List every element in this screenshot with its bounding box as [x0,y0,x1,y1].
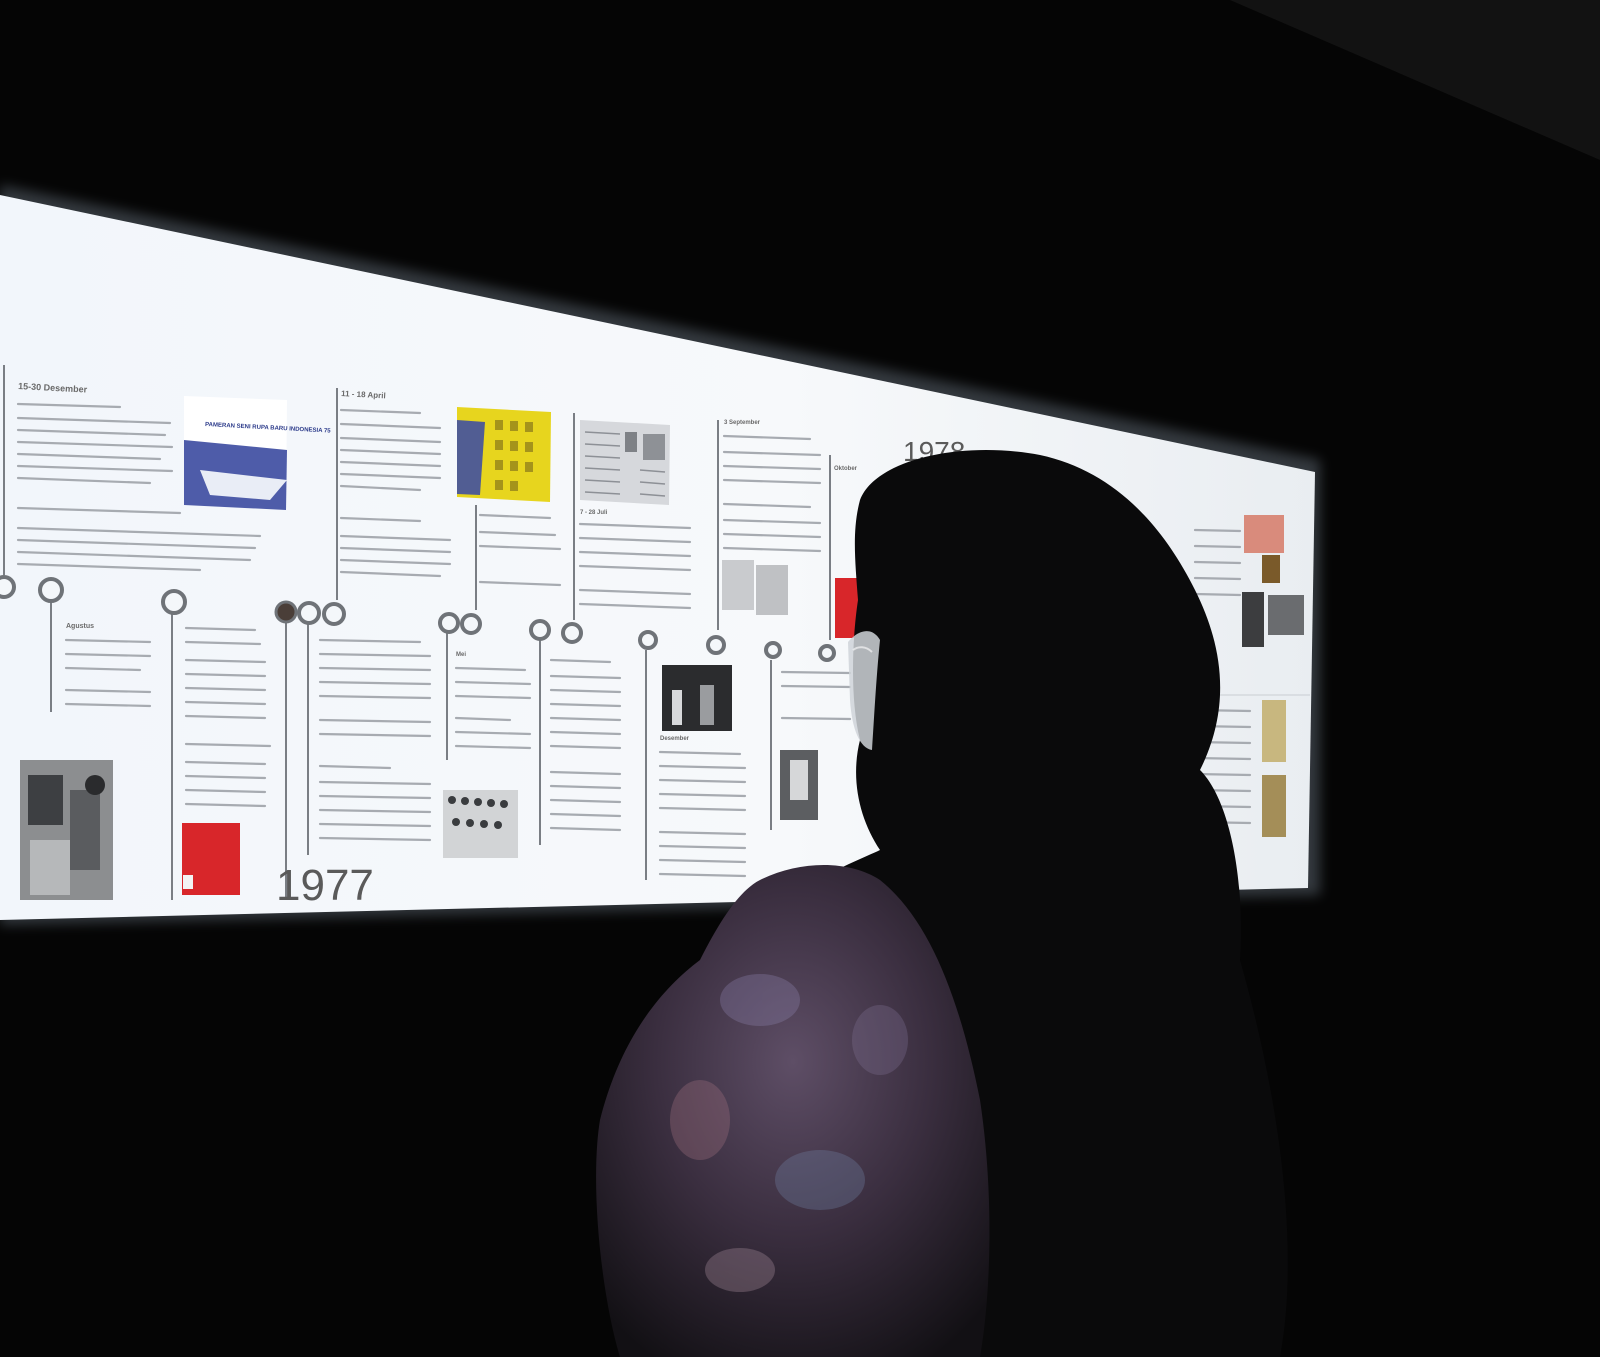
newspaper-clippings [580,420,670,505]
date-heading: Agustus [66,623,94,630]
small-photo-detail [790,760,808,800]
year-1977: 1977 [276,861,374,910]
yellow-poster [457,407,551,502]
date-heading: Mei [456,652,466,658]
group-photo [443,790,518,858]
date-heading: 3 September [724,420,761,426]
date-heading: 7 - 28 Juli [580,510,608,516]
bw-photo [662,665,732,731]
date-heading: Desember [660,736,690,742]
current-node [274,600,298,624]
red-book-cover [182,823,240,895]
archive-photo [20,760,113,900]
date-heading: Oktober [834,466,858,472]
exhibition-photo: 1977 1978 15-30 Desember 11 - 18 April A… [0,0,1600,1357]
